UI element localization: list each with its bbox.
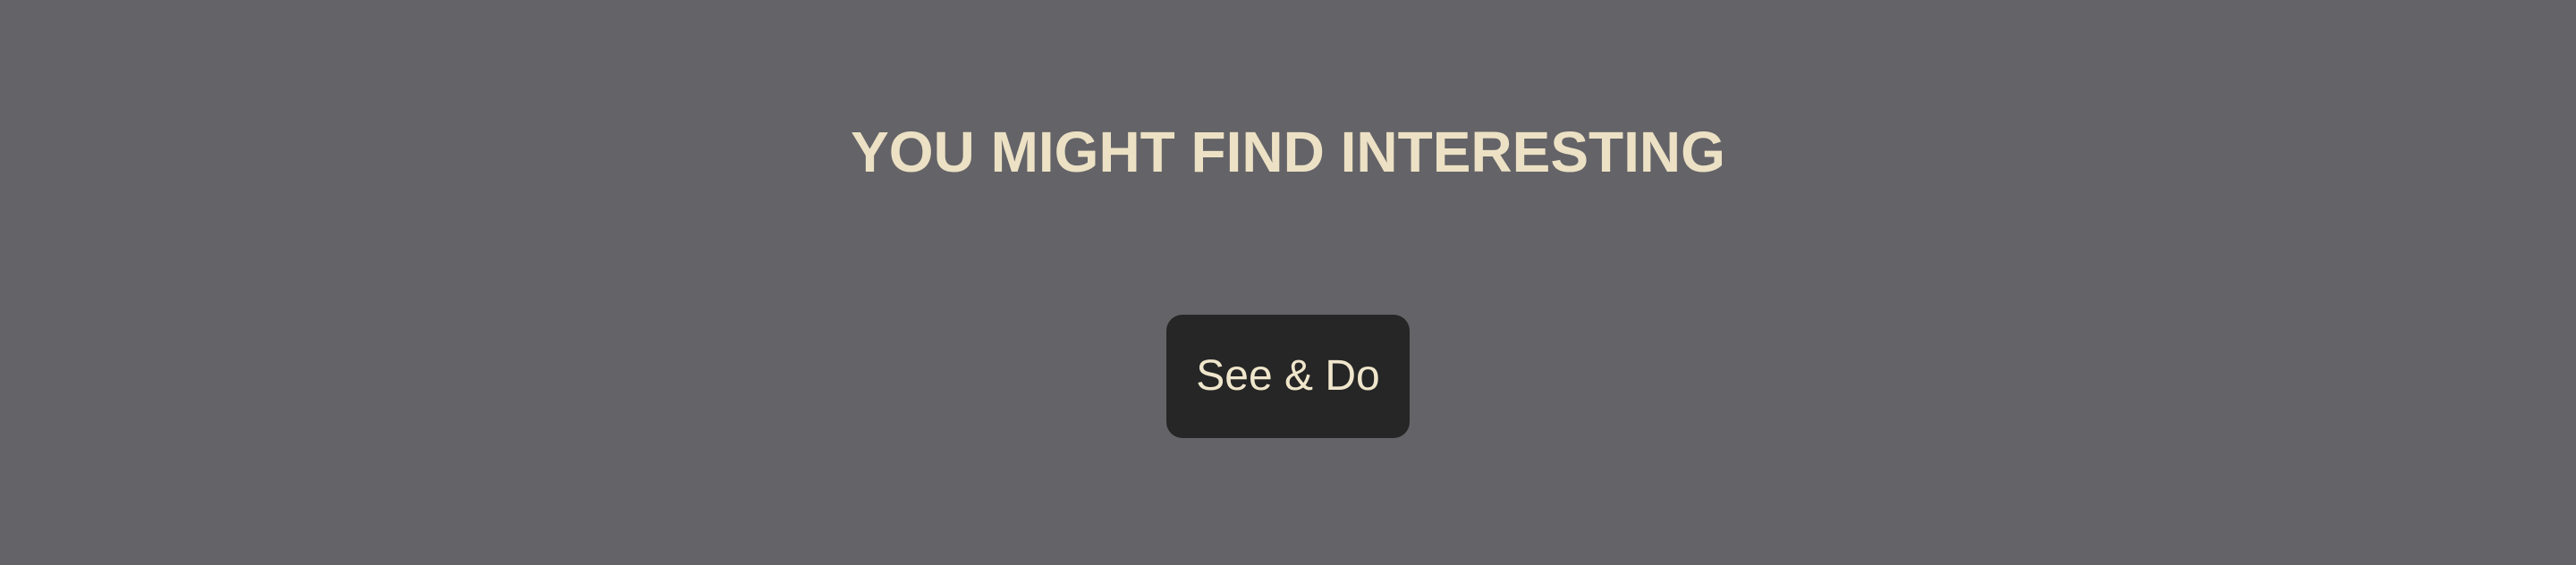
see-and-do-button[interactable]: See & Do [1166, 315, 1410, 438]
interesting-section: YOU MIGHT FIND INTERESTING See & Do [0, 0, 2576, 565]
section-heading: YOU MIGHT FIND INTERESTING [851, 120, 1725, 184]
